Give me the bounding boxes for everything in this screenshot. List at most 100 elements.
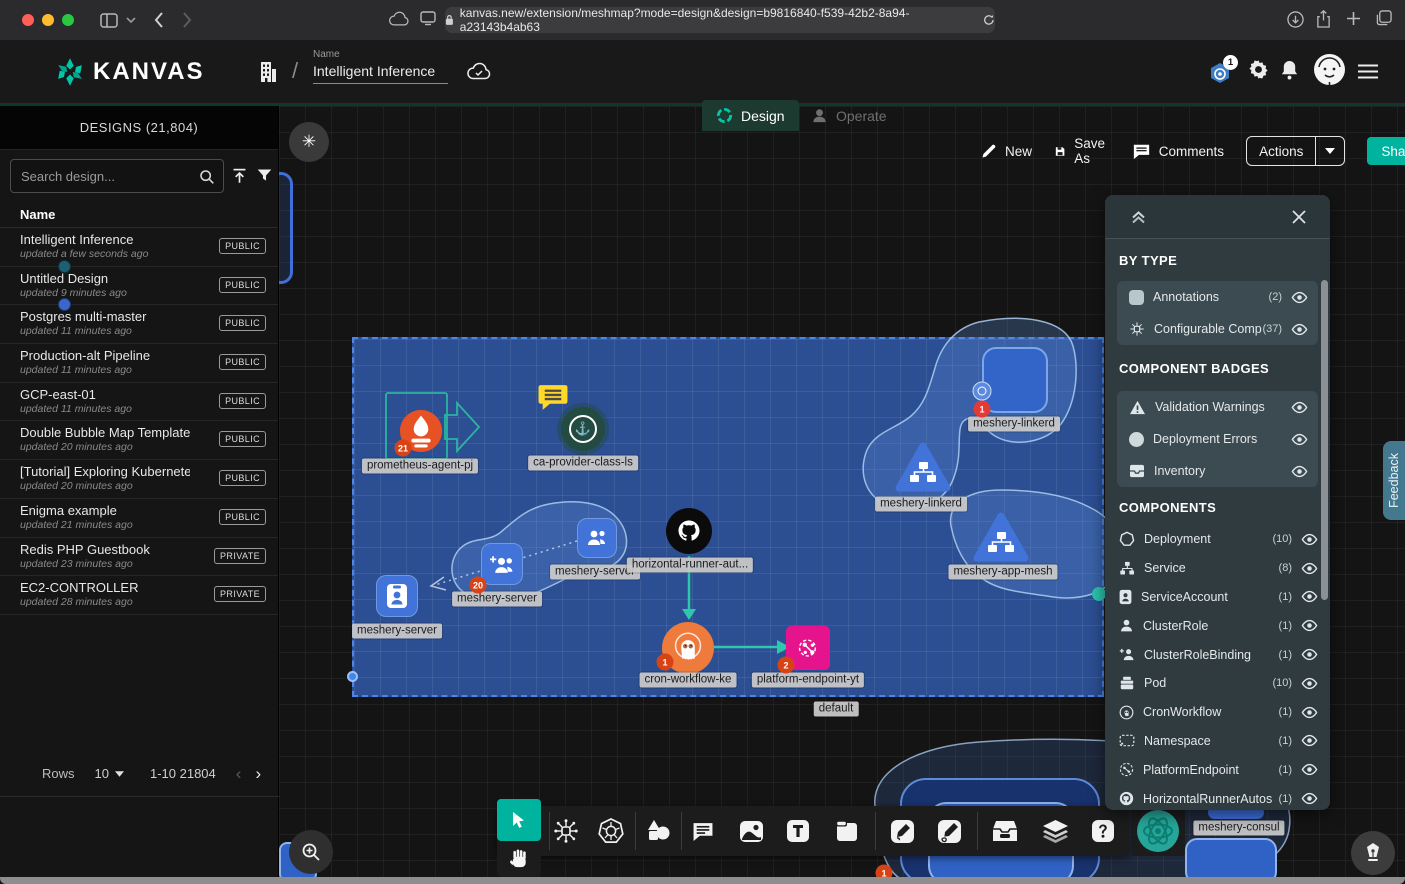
tool-note[interactable] xyxy=(824,806,868,856)
column-header-name[interactable]: Name xyxy=(0,202,278,228)
node-meshery-server-right[interactable] xyxy=(577,518,617,558)
pen-mode-button[interactable] xyxy=(1351,831,1395,875)
back-icon[interactable] xyxy=(154,12,164,28)
tool-shapes[interactable] xyxy=(636,806,680,856)
chevron-down-icon[interactable] xyxy=(126,17,136,24)
component-row-cronworkflow[interactable]: CronWorkflow (1) xyxy=(1105,698,1330,727)
search-input[interactable] xyxy=(10,159,224,193)
node-meshery-linkerd-ns[interactable] xyxy=(982,347,1048,413)
visibility-eye-icon[interactable] xyxy=(1301,706,1318,719)
sidebar-toggle-icon[interactable] xyxy=(100,13,118,28)
design-list-item[interactable]: EC2-CONTROLLER updated 28 minutes ago PR… xyxy=(0,576,278,615)
organization-icon[interactable] xyxy=(257,60,279,84)
tool-help[interactable] xyxy=(1081,806,1125,856)
share-page-icon[interactable] xyxy=(1316,10,1331,28)
tab-overview-icon[interactable] xyxy=(1376,10,1392,26)
design-list-item[interactable]: GCP-east-01 updated 11 minutes ago PUBLI… xyxy=(0,383,278,422)
visibility-eye-icon[interactable] xyxy=(1291,291,1308,304)
visibility-eye-icon[interactable] xyxy=(1301,792,1318,805)
badge-row-deployment-errors[interactable]: Deployment Errors xyxy=(1117,423,1318,455)
tool-select-active[interactable] xyxy=(497,799,541,841)
node-github-runner[interactable] xyxy=(666,508,712,554)
visibility-eye-icon[interactable] xyxy=(1291,433,1308,446)
component-row-pod[interactable]: Pod (10) xyxy=(1105,669,1330,698)
minimize-window-button[interactable] xyxy=(42,14,54,26)
share-button[interactable]: Share xyxy=(1367,137,1405,165)
tool-text[interactable] xyxy=(776,806,820,856)
design-name-input[interactable] xyxy=(313,60,448,84)
component-row-platformendpoint[interactable]: PlatformEndpoint (1) xyxy=(1105,755,1330,784)
tool-pencil[interactable] xyxy=(927,806,971,856)
forward-icon[interactable] xyxy=(182,12,192,28)
zoom-in-button[interactable] xyxy=(289,830,333,874)
prev-page-icon[interactable]: ‹ xyxy=(236,764,242,784)
node-meshery-app-mesh[interactable] xyxy=(973,512,1029,562)
visibility-eye-icon[interactable] xyxy=(1301,590,1318,603)
design-list-item[interactable]: Redis PHP Guestbook updated 23 minutes a… xyxy=(0,538,278,577)
component-row-clusterrolebinding[interactable]: ClusterRoleBinding (1) xyxy=(1105,640,1330,669)
downloads-icon[interactable] xyxy=(1287,11,1304,28)
reader-icon[interactable] xyxy=(420,10,436,26)
tool-image[interactable] xyxy=(729,806,773,856)
visibility-eye-icon[interactable] xyxy=(1291,401,1308,414)
maximize-window-button[interactable] xyxy=(62,14,74,26)
kanvas-logo[interactable]: KANVAS xyxy=(55,57,205,87)
design-list-item[interactable]: Production-alt Pipeline updated 11 minut… xyxy=(0,344,278,383)
component-row-namespace[interactable]: Namespace (1) xyxy=(1105,727,1330,756)
visibility-eye-icon[interactable] xyxy=(1301,533,1318,546)
visibility-eye-icon[interactable] xyxy=(1301,763,1318,776)
new-tab-icon[interactable] xyxy=(1346,11,1361,26)
design-list-item[interactable]: Untitled Design updated 9 minutes ago PU… xyxy=(0,267,278,306)
close-panel-icon[interactable] xyxy=(1292,210,1306,224)
badge-row-validation-warnings[interactable]: Validation Warnings xyxy=(1117,391,1318,423)
user-avatar[interactable] xyxy=(1313,53,1346,86)
extensions-badge-icon[interactable]: 1 xyxy=(1207,61,1233,87)
hamburger-menu-icon[interactable] xyxy=(1358,64,1378,79)
panel-scrollbar[interactable] xyxy=(1321,280,1328,600)
tool-pan[interactable] xyxy=(497,841,541,877)
by-type-row-annotations[interactable]: Annotations (2) xyxy=(1117,281,1318,313)
tool-comment[interactable] xyxy=(681,806,725,856)
collapse-panel-icon[interactable] xyxy=(1131,210,1146,224)
node-meshery-linkerd-svc[interactable] xyxy=(895,442,951,492)
by-type-row-configurable[interactable]: Configurable Compon (37) xyxy=(1117,313,1318,345)
component-row-horizontalrunnerautoscaler[interactable]: HorizontalRunnerAutos (1) xyxy=(1105,784,1330,810)
settings-gear-icon[interactable] xyxy=(1248,59,1269,80)
tab-operate[interactable]: Operate xyxy=(797,100,901,131)
visibility-eye-icon[interactable] xyxy=(1291,323,1308,336)
component-row-service[interactable]: Service (8) xyxy=(1105,554,1330,583)
selection-resize-handle[interactable] xyxy=(347,671,358,682)
node-ca-provider[interactable]: ⚓ xyxy=(561,407,605,451)
new-button[interactable]: New xyxy=(980,143,1032,160)
close-window-button[interactable] xyxy=(22,14,34,26)
node-meshery-server-mid[interactable] xyxy=(481,543,523,585)
annotation-comment-icon[interactable] xyxy=(538,383,569,411)
tool-pen[interactable] xyxy=(880,806,924,856)
tool-kubernetes[interactable] xyxy=(589,806,633,856)
save-as-button[interactable]: Save As xyxy=(1054,136,1110,166)
reload-icon[interactable] xyxy=(983,14,995,26)
design-list-item[interactable]: Intelligent Inference updated a few seco… xyxy=(0,228,278,267)
component-row-clusterrole[interactable]: ClusterRole (1) xyxy=(1105,611,1330,640)
design-list-item[interactable]: Postgres multi-master updated 11 minutes… xyxy=(0,305,278,344)
visibility-eye-icon[interactable] xyxy=(1301,677,1318,690)
import-design-icon[interactable] xyxy=(231,167,248,185)
badge-row-inventory[interactable]: Inventory xyxy=(1117,455,1318,487)
design-list-item[interactable]: Double Bubble Map Template-copy updated … xyxy=(0,421,278,460)
visibility-eye-icon[interactable] xyxy=(1291,465,1308,478)
actions-dropdown-button[interactable]: Actions xyxy=(1246,136,1345,166)
visibility-eye-icon[interactable] xyxy=(1301,619,1318,632)
freeze-canvas-button[interactable]: ✳ xyxy=(289,122,329,162)
tool-components[interactable] xyxy=(544,806,588,856)
comments-button[interactable]: Comments xyxy=(1132,143,1224,160)
design-list-item[interactable]: Enigma example updated 21 minutes ago PU… xyxy=(0,499,278,538)
address-bar[interactable]: kanvas.new/extension/meshmap?mode=design… xyxy=(445,7,995,33)
tab-design[interactable]: Design xyxy=(702,100,799,131)
rows-per-page-select[interactable]: 10 xyxy=(95,766,124,781)
component-row-deployment[interactable]: Deployment (10) xyxy=(1105,525,1330,554)
visibility-eye-icon[interactable] xyxy=(1301,648,1318,661)
icloud-icon[interactable] xyxy=(388,11,410,27)
component-row-serviceaccount[interactable]: ServiceAccount (1) xyxy=(1105,583,1330,612)
tool-meshery-extension[interactable] xyxy=(1131,806,1185,856)
design-list-item[interactable]: [Tutorial] Exploring Kubernetes Pod upda… xyxy=(0,460,278,499)
